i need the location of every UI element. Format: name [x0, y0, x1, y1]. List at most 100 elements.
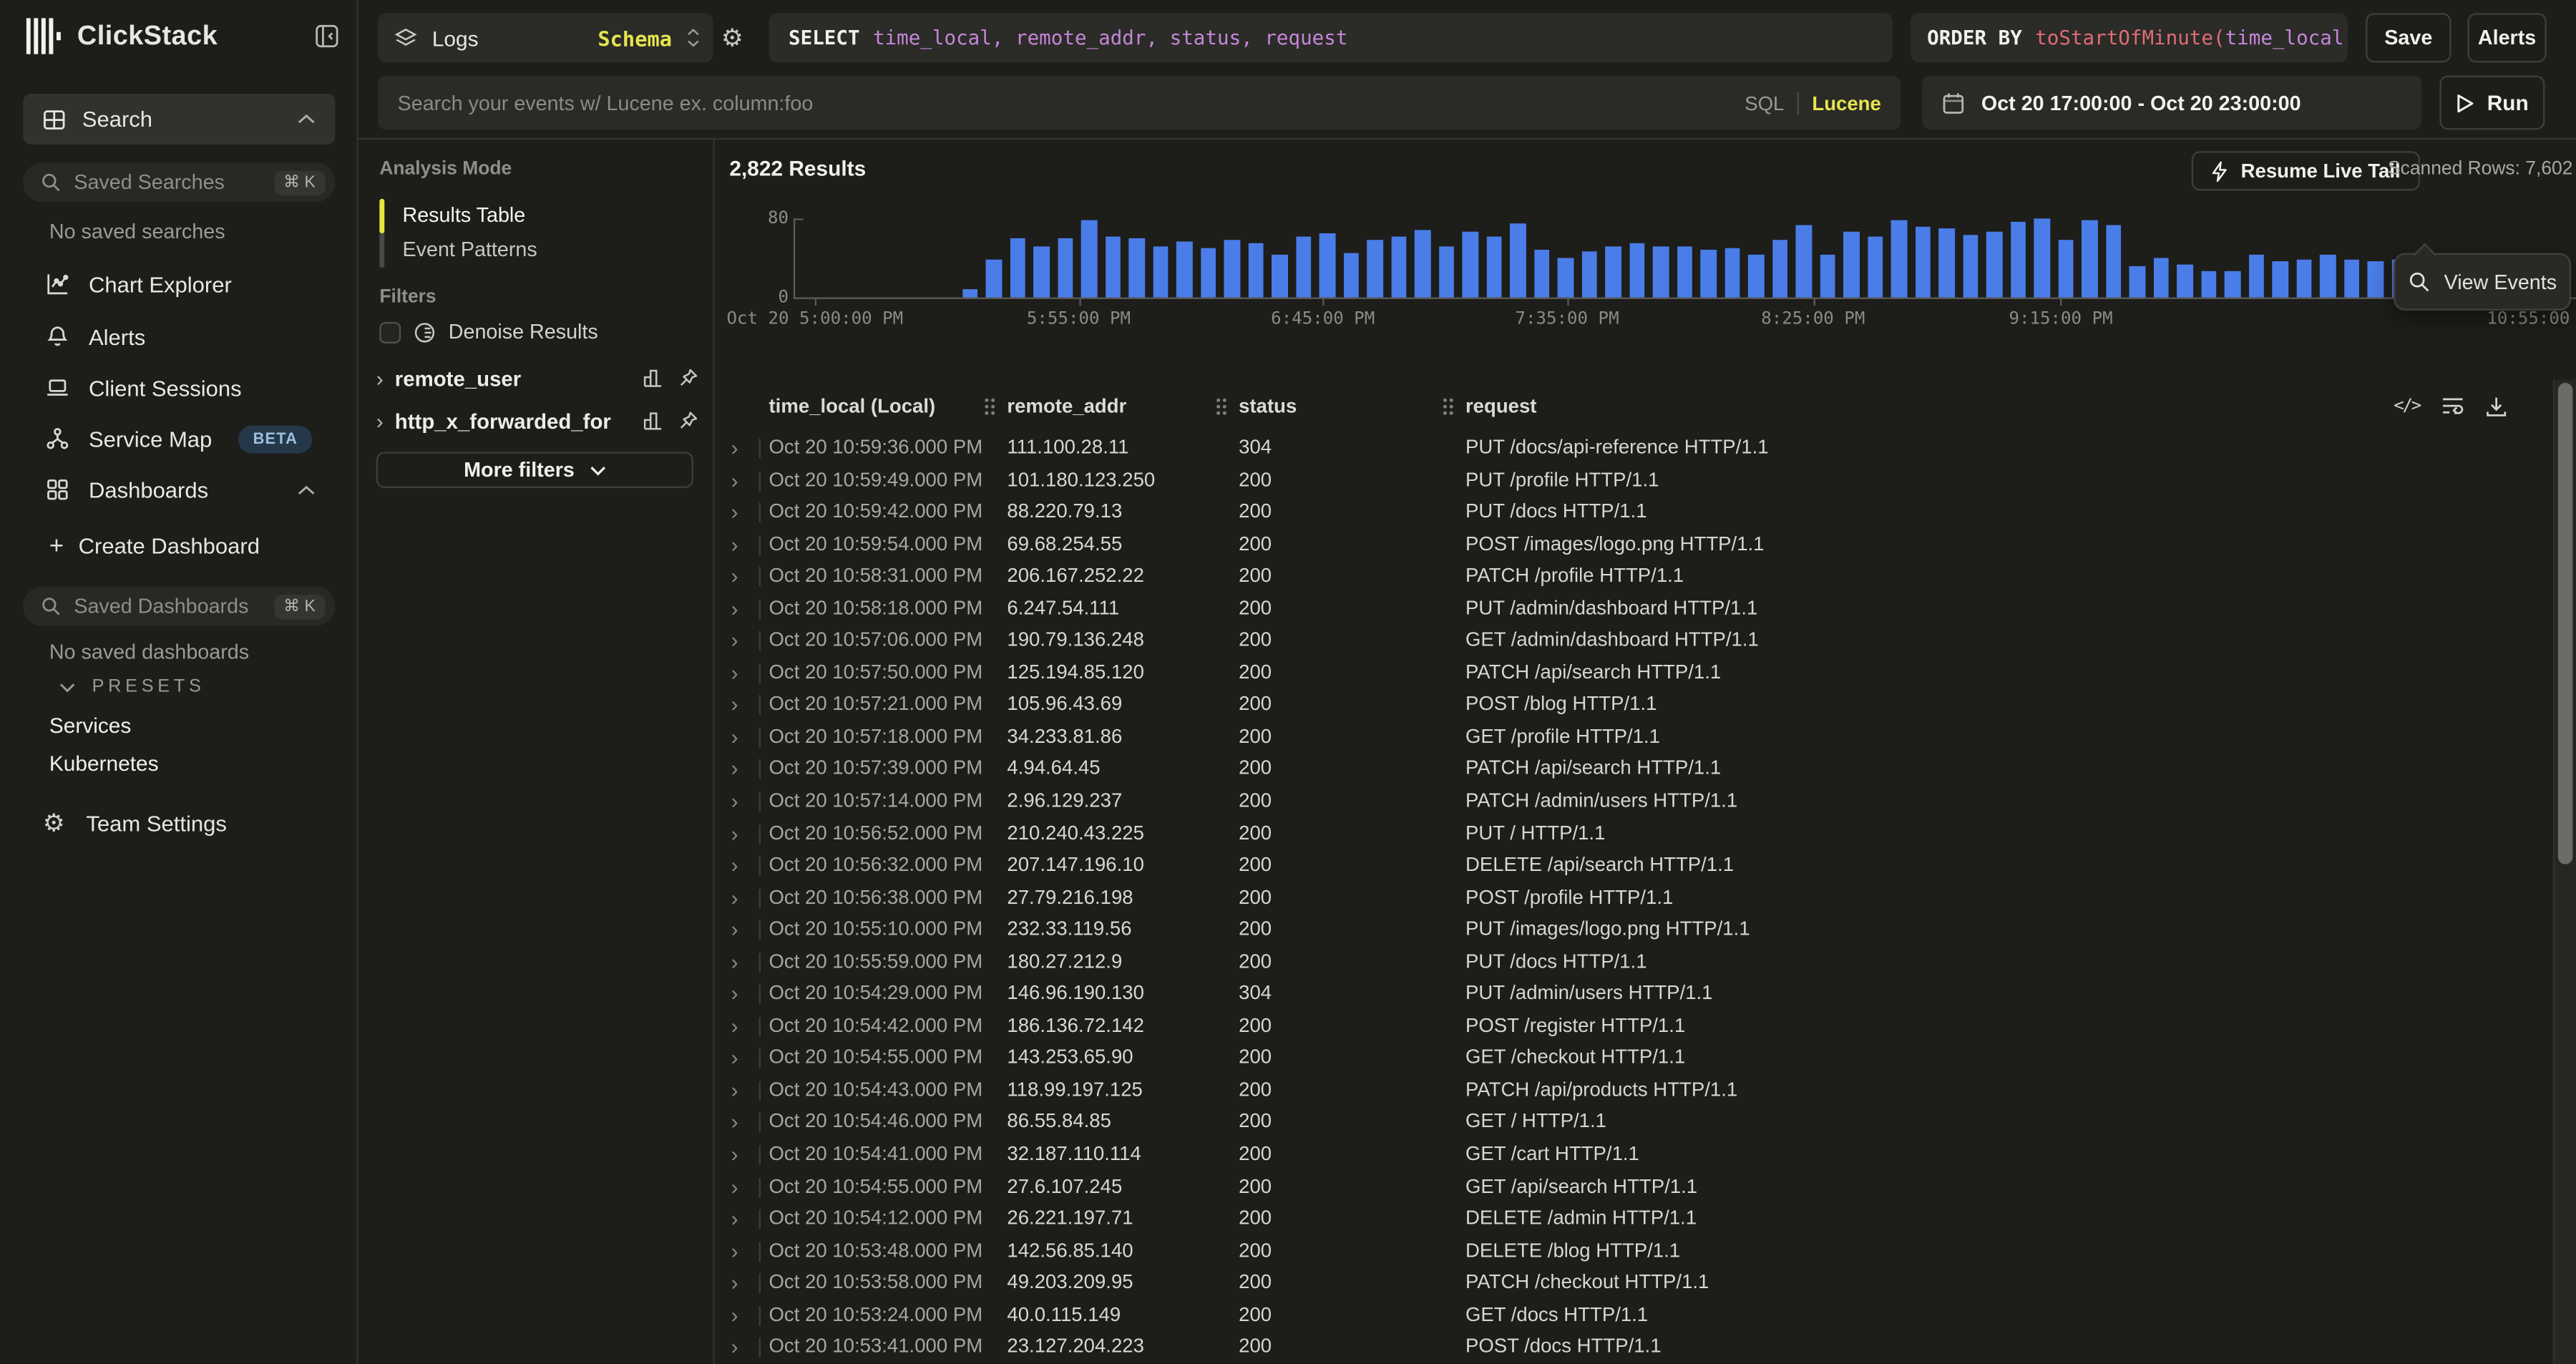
chart-bar[interactable] [1700, 249, 1716, 297]
filter-field-remote-user[interactable]: › remote_user [376, 361, 698, 394]
chart-bar[interactable] [1629, 243, 1644, 298]
row-expand-chevron-icon[interactable]: › [731, 754, 738, 786]
row-expand-chevron-icon[interactable]: › [731, 1010, 738, 1043]
chart-bar[interactable] [1772, 240, 1787, 298]
chart-bar[interactable] [2272, 261, 2288, 298]
row-expand-chevron-icon[interactable]: › [731, 1074, 738, 1106]
row-expand-chevron-icon[interactable]: › [731, 1139, 738, 1171]
row-expand-chevron-icon[interactable]: › [731, 432, 738, 464]
filter-field-http-x-forwarded-for[interactable]: › http_x_forwarded_for [376, 404, 698, 437]
more-filters-button[interactable]: More filters [376, 452, 693, 488]
row-expand-chevron-icon[interactable]: › [731, 1106, 738, 1139]
chart-bar[interactable] [1200, 248, 1216, 298]
chart-bar[interactable] [1153, 246, 1169, 298]
create-dashboard-button[interactable]: + Create Dashboard [49, 532, 260, 560]
table-row[interactable]: ›Oct 20 10:53:41.000 PM23.127.204.223200… [716, 1331, 2576, 1363]
chart-bar[interactable] [1605, 246, 1621, 298]
table-row[interactable]: ›Oct 20 10:53:24.000 PM40.0.115.149200GE… [716, 1300, 2576, 1332]
sql-mode-toggle[interactable]: SQL [1745, 91, 1784, 114]
chart-bar[interactable] [986, 260, 1002, 297]
column-header-remote-addr[interactable]: remote_addr [984, 379, 1126, 432]
field-pin-icon[interactable] [678, 368, 698, 388]
vertical-scrollbar[interactable] [2553, 379, 2576, 1363]
chart-bar[interactable] [1176, 241, 1192, 297]
chart-bar[interactable] [2248, 255, 2264, 297]
saved-searches-input[interactable]: Saved Searches ⌘ K [23, 162, 335, 202]
chart-bar[interactable] [1105, 238, 1121, 298]
denoise-checkbox[interactable] [379, 321, 401, 343]
chart-bar[interactable] [1057, 238, 1073, 298]
row-expand-chevron-icon[interactable]: › [731, 464, 738, 497]
sidebar-item-dashboards[interactable]: Dashboards [23, 468, 335, 511]
row-expand-chevron-icon[interactable]: › [731, 817, 738, 849]
table-row[interactable]: ›Oct 20 10:56:52.000 PM210.240.43.225200… [716, 817, 2576, 849]
chart-bar[interactable] [2296, 259, 2312, 298]
alerts-button[interactable]: Alerts [2467, 13, 2546, 62]
row-expand-chevron-icon[interactable]: › [731, 497, 738, 529]
row-expand-chevron-icon[interactable]: › [731, 721, 738, 754]
save-button[interactable]: Save [2366, 13, 2451, 62]
column-header-request[interactable]: request [1443, 379, 1537, 432]
chart-bar[interactable] [1915, 226, 1931, 297]
drag-handle-icon[interactable] [984, 396, 995, 414]
row-expand-chevron-icon[interactable]: › [731, 785, 738, 817]
row-expand-chevron-icon[interactable]: › [731, 849, 738, 882]
table-row[interactable]: ›Oct 20 10:55:59.000 PM180.27.212.9200PU… [716, 946, 2576, 978]
chart-bar[interactable] [1486, 236, 1502, 297]
chart-bar[interactable] [1677, 246, 1692, 298]
row-expand-chevron-icon[interactable]: › [731, 1203, 738, 1235]
chart-bar[interactable] [1462, 231, 1478, 297]
wrap-text-icon[interactable] [2441, 396, 2464, 416]
presets-toggle[interactable]: PRESETS [59, 677, 205, 697]
row-expand-chevron-icon[interactable]: › [731, 1171, 738, 1203]
source-selector[interactable]: Logs Schema [378, 13, 713, 62]
orderby-clause-input[interactable]: ORDER BYtoStartOfMinute(time_local) D [1911, 13, 2348, 62]
event-search-input[interactable]: Search your events w/ Lucene ex. column:… [378, 76, 1901, 130]
chart-bar[interactable] [2034, 218, 2049, 297]
chart-bar[interactable] [1033, 246, 1049, 298]
team-settings-button[interactable]: ⚙ Team Settings [43, 812, 227, 836]
code-view-icon[interactable]: </> [2394, 396, 2420, 416]
table-row[interactable]: ›Oct 20 10:56:32.000 PM207.147.196.10200… [716, 849, 2576, 882]
preset-services[interactable]: Services [49, 713, 131, 737]
column-header-time-local[interactable]: time_local (Local) [769, 379, 935, 432]
table-row[interactable]: ›Oct 20 10:54:46.000 PM86.55.84.85200GET… [716, 1106, 2576, 1139]
row-expand-chevron-icon[interactable]: › [731, 914, 738, 946]
chart-bar[interactable] [1510, 223, 1526, 297]
chart-bar[interactable] [2010, 222, 2026, 298]
chart-bar[interactable] [1343, 253, 1359, 298]
row-expand-chevron-icon[interactable]: › [731, 1300, 738, 1332]
saved-dashboards-input[interactable]: Saved Dashboards ⌘ K [23, 587, 335, 626]
row-expand-chevron-icon[interactable]: › [731, 1043, 738, 1075]
row-expand-chevron-icon[interactable]: › [731, 625, 738, 657]
chart-bar[interactable] [2129, 266, 2145, 298]
field-chart-icon[interactable] [643, 368, 664, 388]
row-expand-chevron-icon[interactable]: › [731, 560, 738, 593]
chart-bar[interactable] [1843, 233, 1859, 298]
table-row[interactable]: ›Oct 20 10:57:21.000 PM105.96.43.69200PO… [716, 689, 2576, 721]
row-expand-chevron-icon[interactable]: › [731, 1331, 738, 1363]
chart-bar[interactable] [2153, 258, 2169, 297]
chart-bar[interactable] [1795, 225, 1811, 298]
select-clause-input[interactable]: SELECT time_local, remote_addr, status, … [769, 13, 1892, 62]
chart-bar[interactable] [1081, 220, 1097, 297]
table-row[interactable]: ›Oct 20 10:55:10.000 PM232.33.119.56200P… [716, 914, 2576, 946]
preset-kubernetes[interactable]: Kubernetes [49, 751, 159, 775]
scrollbar-thumb[interactable] [2558, 383, 2573, 864]
mode-results-table[interactable]: Results Table [403, 204, 526, 227]
table-row[interactable]: ›Oct 20 10:57:39.000 PM4.94.64.45200PATC… [716, 754, 2576, 786]
chart-bar[interactable] [1390, 238, 1406, 298]
row-expand-chevron-icon[interactable]: › [731, 528, 738, 560]
row-expand-chevron-icon[interactable]: › [731, 1267, 738, 1300]
chart-bar[interactable] [2105, 225, 2121, 298]
chart-bar[interactable] [2177, 265, 2192, 297]
sidebar-item-client-sessions[interactable]: Client Sessions [23, 366, 335, 409]
chart-bar[interactable] [1010, 238, 1025, 298]
chart-bar[interactable] [1820, 254, 1835, 298]
chart-bar[interactable] [1867, 236, 1883, 297]
chart-bar[interactable] [2225, 271, 2240, 297]
chart-bar[interactable] [1415, 230, 1430, 298]
lucene-mode-toggle[interactable]: Lucene [1812, 91, 1880, 114]
table-row[interactable]: ›Oct 20 10:57:14.000 PM2.96.129.237200PA… [716, 785, 2576, 817]
table-row[interactable]: ›Oct 20 10:53:48.000 PM142.56.85.140200D… [716, 1235, 2576, 1267]
